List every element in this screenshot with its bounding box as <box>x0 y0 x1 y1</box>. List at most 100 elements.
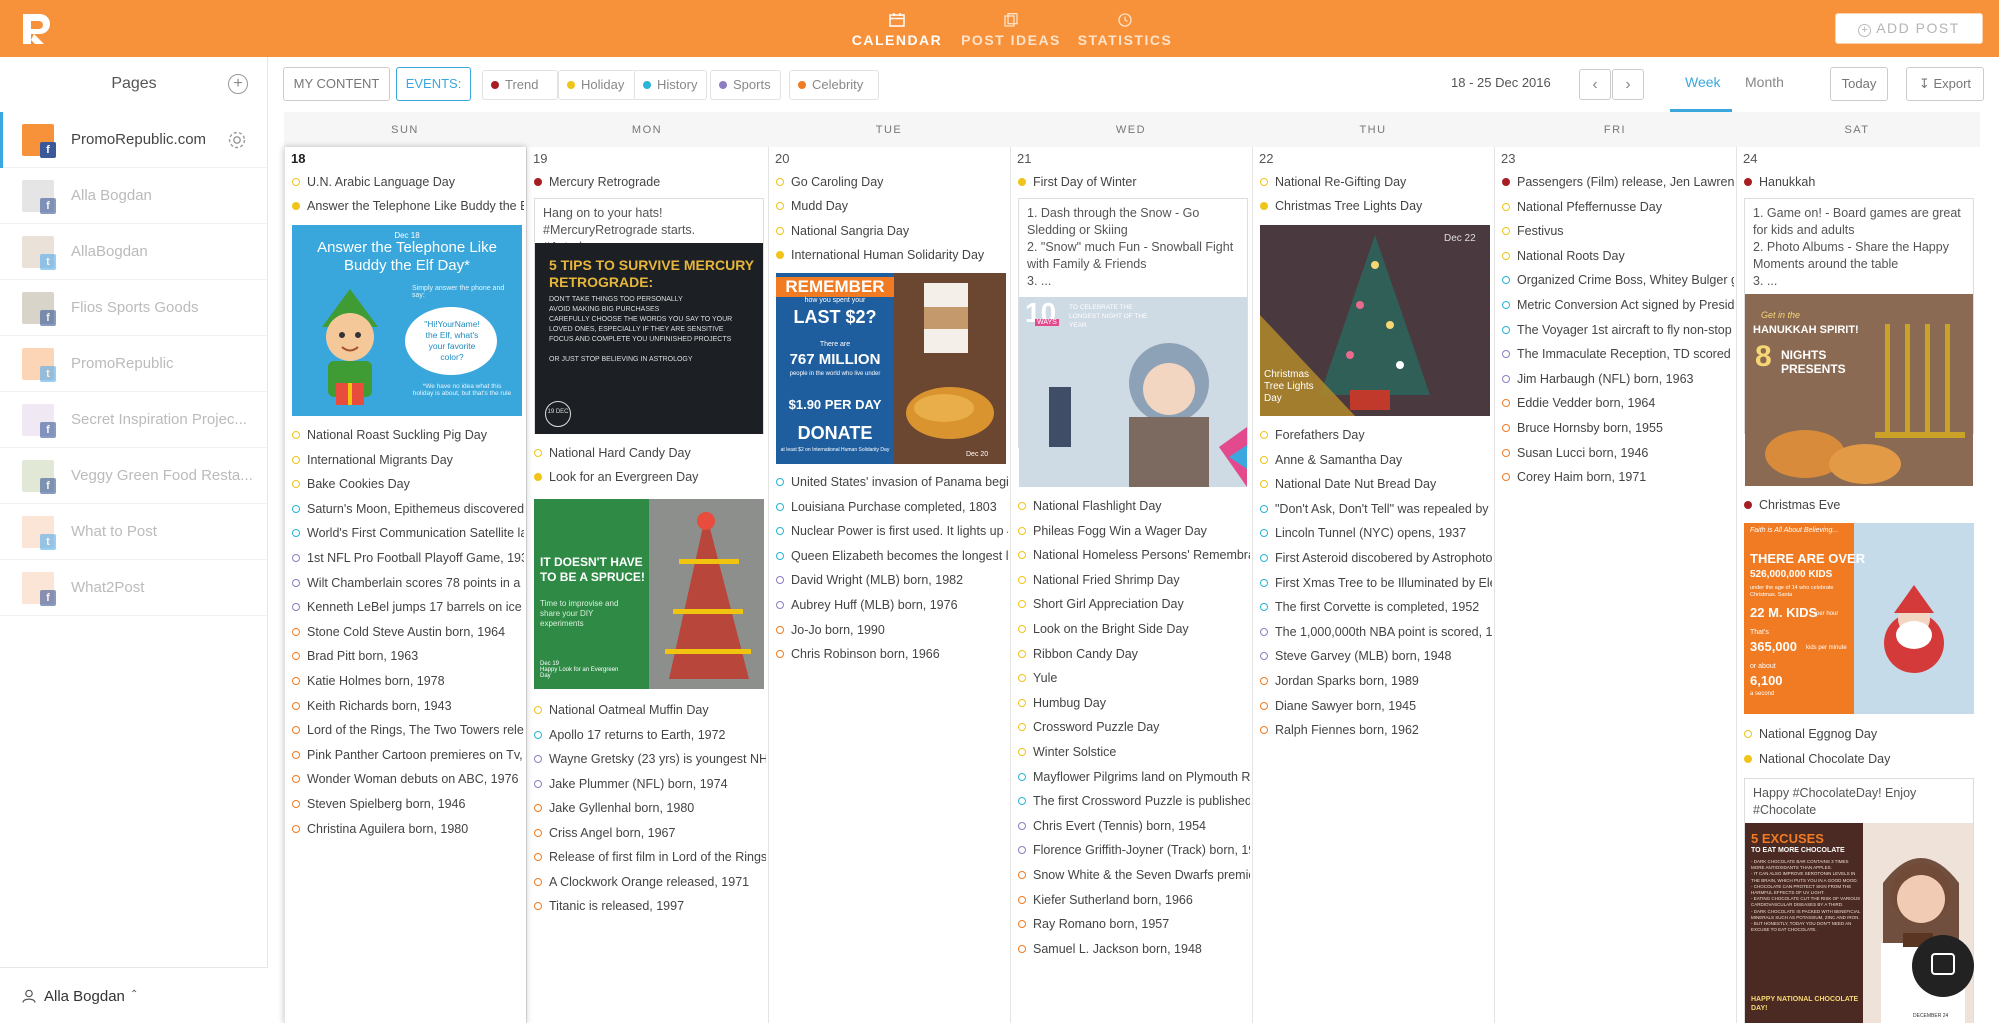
tab-post-ideas[interactable]: POST IDEAS <box>954 0 1068 57</box>
sidebar-page-item[interactable]: t PromoRepublic <box>0 336 267 392</box>
event-item[interactable]: Ray Romano born, 1957 <box>1018 915 1250 933</box>
event-item[interactable]: National Sangria Day <box>776 222 1008 240</box>
event-item[interactable]: Corey Haim born, 1971 <box>1502 468 1734 486</box>
day-column[interactable]: 20 Go Caroling Day Mudd Day National Sangri… <box>768 147 1010 1023</box>
my-content-button[interactable]: MY CONTENT <box>283 67 390 101</box>
filter-chip-history[interactable]: History <box>634 70 707 100</box>
event-item[interactable]: The first Corvette is completed, 1952 <box>1260 598 1492 616</box>
event-item[interactable]: Ralph Fiennes born, 1962 <box>1260 721 1492 739</box>
event-item[interactable]: Release of first film in Lord of the Rin… <box>534 848 766 866</box>
filter-chip-trend[interactable]: Trend <box>482 70 558 100</box>
sidebar-page-item[interactable]: f Alla Bogdan <box>0 168 267 224</box>
event-item[interactable]: Hanukkah <box>1744 173 1976 191</box>
filter-chip-holiday[interactable]: Holiday <box>558 70 637 100</box>
sidebar-page-item[interactable]: f What2Post <box>0 560 267 616</box>
event-item[interactable]: National Oatmeal Muffin Day <box>534 701 766 719</box>
event-item[interactable]: Wonder Woman debuts on ABC, 1976 <box>292 770 524 788</box>
event-item[interactable]: Go Caroling Day <box>776 173 1008 191</box>
event-item[interactable]: Florence Griffith-Joyner (Track) born, 1… <box>1018 841 1250 859</box>
post-image-mercury[interactable]: 5 TIPS TO SURVIVE MERCURY RETROGRADE: DON… <box>535 243 763 434</box>
event-item[interactable]: Chris Evert (Tennis) born, 1954 <box>1018 817 1250 835</box>
post-image-elf[interactable]: Dec 18 Answer the Telephone Like Buddy th… <box>292 225 522 416</box>
day-column[interactable]: 23 Passengers (Film) release, Jen Lawrenc… <box>1494 147 1736 1023</box>
post-image-hanukkah[interactable]: Get in the HANUKKAH SPIRIT! 8 NIGHTS PRESENT… <box>1745 294 1973 486</box>
event-item[interactable]: Queen Elizabeth becomes the longest livi… <box>776 547 1008 565</box>
gear-icon[interactable] <box>226 129 248 151</box>
chat-button[interactable] <box>1912 935 1974 997</box>
event-item[interactable]: First Asteroid discobered by Astrophotog… <box>1260 549 1492 567</box>
prev-week-button[interactable]: ‹ <box>1579 69 1611 100</box>
event-item[interactable]: Phileas Fogg Win a Wager Day <box>1018 522 1250 540</box>
event-item[interactable]: Jake Plummer (NFL) born, 1974 <box>534 775 766 793</box>
event-item[interactable]: Lincoln Tunnel (NYC) opens, 1937 <box>1260 524 1492 542</box>
event-item[interactable]: Jake Gyllenhal born, 1980 <box>534 799 766 817</box>
event-item[interactable]: National Chocolate Day <box>1744 750 1976 768</box>
event-item[interactable]: Louisiana Purchase completed, 1803 <box>776 498 1008 516</box>
event-item[interactable]: David Wright (MLB) born, 1982 <box>776 571 1008 589</box>
event-item[interactable]: The Voyager 1st aircraft to fly non-stop <box>1502 321 1734 339</box>
event-item[interactable]: Answer the Telephone Like Buddy the Elf … <box>292 197 524 215</box>
event-item[interactable]: Christmas Eve <box>1744 496 1976 514</box>
event-item[interactable]: National Pfeffernusse Day <box>1502 198 1734 216</box>
day-column[interactable]: 21 First Day of Winter 1. Dash through the… <box>1010 147 1252 1023</box>
event-item[interactable]: Mayflower Pilgrims land on Plymouth Rock <box>1018 768 1250 786</box>
event-item[interactable]: National Fried Shrimp Day <box>1018 571 1250 589</box>
event-item[interactable]: First Day of Winter <box>1018 173 1250 191</box>
event-item[interactable]: Forefathers Day <box>1260 426 1492 444</box>
event-item[interactable]: Bake Cookies Day <box>292 475 524 493</box>
event-item[interactable]: Kiefer Sutherland born, 1966 <box>1018 891 1250 909</box>
event-item[interactable]: Look for an Evergreen Day <box>534 468 766 486</box>
event-item[interactable]: A Clockwork Orange released, 1971 <box>534 873 766 891</box>
event-item[interactable]: United States' invasion of Panama begins… <box>776 473 1008 491</box>
event-item[interactable]: Nuclear Power is first used. It lights u… <box>776 522 1008 540</box>
event-item[interactable]: "Don't Ask, Don't Tell" was repealed by … <box>1260 500 1492 518</box>
day-column[interactable]: 22 National Re-Gifting Day Christmas Tree … <box>1252 147 1494 1023</box>
event-item[interactable]: National Re-Gifting Day <box>1260 173 1492 191</box>
event-item[interactable]: Criss Angel born, 1967 <box>534 824 766 842</box>
event-item[interactable]: Jordan Sparks born, 1989 <box>1260 672 1492 690</box>
event-item[interactable]: Crossword Puzzle Day <box>1018 718 1250 736</box>
event-item[interactable]: Winter Solstice <box>1018 743 1250 761</box>
event-item[interactable]: Jo-Jo born, 1990 <box>776 621 1008 639</box>
event-item[interactable]: Snow White & the Seven Dwarfs premieres <box>1018 866 1250 884</box>
event-item[interactable]: National Roots Day <box>1502 247 1734 265</box>
event-item[interactable]: Anne & Samantha Day <box>1260 451 1492 469</box>
event-item[interactable]: U.N. Arabic Language Day <box>292 173 524 191</box>
user-menu[interactable]: Alla Bogdan ⌃ <box>0 967 268 1023</box>
event-item[interactable]: Christmas Tree Lights Day <box>1260 197 1492 215</box>
month-view-tab[interactable]: Month <box>1745 74 1784 90</box>
event-item[interactable]: Lord of the Rings, The Two Towers releas… <box>292 721 524 739</box>
event-item[interactable]: Steven Spielberg born, 1946 <box>292 795 524 813</box>
event-item[interactable]: Titanic is released, 1997 <box>534 897 766 915</box>
event-item[interactable]: The Immaculate Reception, TD scored on t… <box>1502 345 1734 363</box>
filter-chip-sports[interactable]: Sports <box>710 70 781 100</box>
sidebar-page-item[interactable]: f Secret Inspiration Projec... <box>0 392 267 448</box>
event-item[interactable]: Kenneth LeBel jumps 17 barrels on ice sk… <box>292 598 524 616</box>
add-page-icon[interactable]: + <box>228 74 248 94</box>
event-item[interactable]: Wilt Chamberlain scores 78 points in a g… <box>292 574 524 592</box>
post-image-spruce[interactable]: IT DOESN'T HAVE TO BE A SPRUCE! Time to i… <box>534 499 764 689</box>
promorepublic-logo[interactable] <box>20 12 52 46</box>
tab-statistics[interactable]: STATISTICS <box>1068 0 1182 57</box>
event-item[interactable]: Chris Robinson born, 1966 <box>776 645 1008 663</box>
event-item[interactable]: Festivus <box>1502 222 1734 240</box>
event-item[interactable]: International Human Solidarity Day <box>776 246 1008 264</box>
sidebar-page-item[interactable]: t What to Post <box>0 504 267 560</box>
event-item[interactable]: Eddie Vedder born, 1964 <box>1502 394 1734 412</box>
event-item[interactable]: Short Girl Appreciation Day <box>1018 595 1250 613</box>
event-item[interactable]: Samuel L. Jackson born, 1948 <box>1018 940 1250 958</box>
event-item[interactable]: National Homeless Persons' Remembrance D… <box>1018 546 1250 564</box>
event-item[interactable]: National Date Nut Bread Day <box>1260 475 1492 493</box>
export-button[interactable]: ↧ Export <box>1906 67 1984 101</box>
event-item[interactable]: Steve Garvey (MLB) born, 1948 <box>1260 647 1492 665</box>
day-column[interactable]: 18 U.N. Arabic Language Day Answer the Tel… <box>284 147 526 1023</box>
event-item[interactable]: Ribbon Candy Day <box>1018 645 1250 663</box>
event-item[interactable]: 1st NFL Pro Football Playoff Game, 1932 <box>292 549 524 567</box>
event-item[interactable]: Stone Cold Steve Austin born, 1964 <box>292 623 524 641</box>
events-button[interactable]: EVENTS: <box>396 67 471 101</box>
sidebar-page-item[interactable]: t AllaBogdan <box>0 224 267 280</box>
filter-chip-celebrity[interactable]: Celebrity <box>789 70 879 100</box>
sidebar-page-item[interactable]: f Veggy Green Food Resta... <box>0 448 267 504</box>
event-item[interactable]: Apollo 17 returns to Earth, 1972 <box>534 726 766 744</box>
event-item[interactable]: Jim Harbaugh (NFL) born, 1963 <box>1502 370 1734 388</box>
